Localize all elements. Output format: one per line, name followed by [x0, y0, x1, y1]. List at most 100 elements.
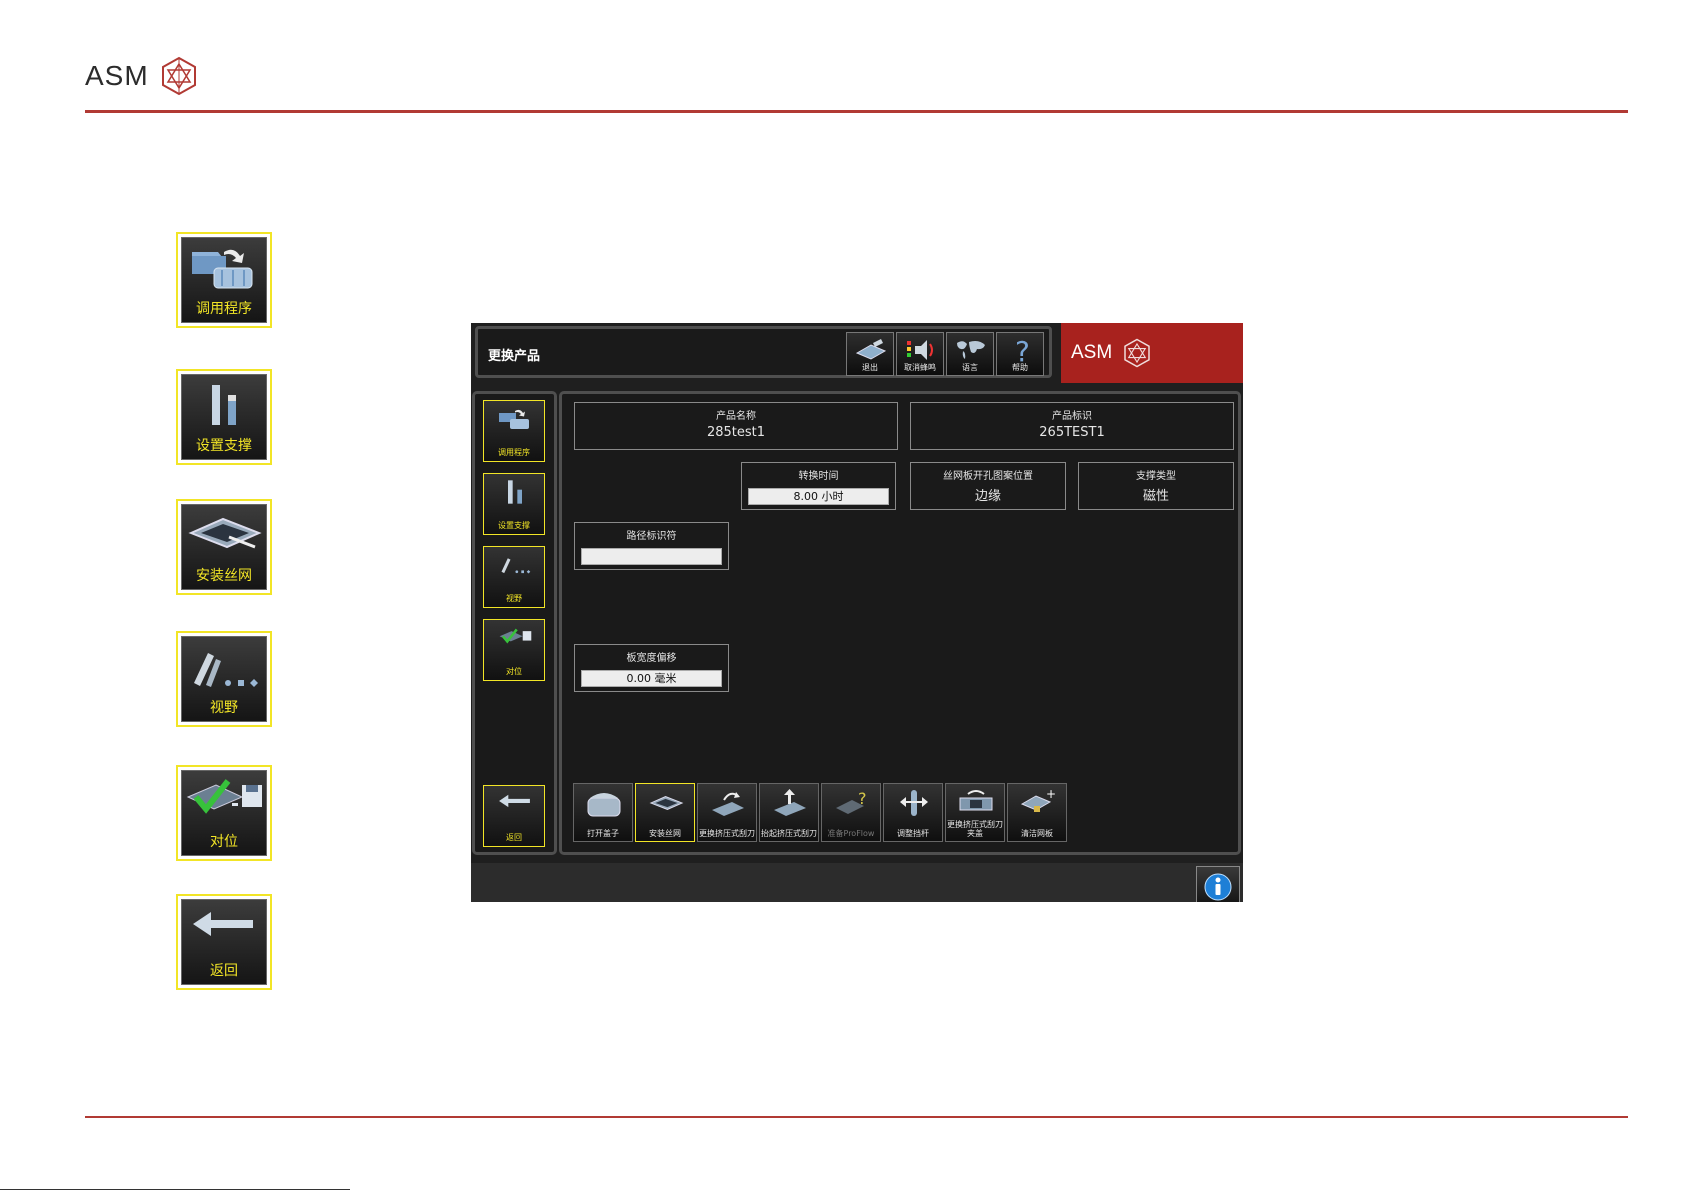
legend-support: 设置支撑 [176, 369, 272, 465]
stencil-icon [188, 517, 262, 549]
nav-label: 返回 [506, 833, 522, 842]
footer-rule [85, 1116, 1628, 1118]
slide-logo: ASM [85, 56, 199, 96]
field-value: 285test1 [706, 425, 766, 440]
field-label: 产品标识 [1052, 411, 1092, 422]
changeover-time-field[interactable]: 转换时间 8.00 小时 [741, 462, 896, 510]
legend-label: 对位 [210, 834, 238, 850]
exit-button[interactable]: 退出 [846, 332, 894, 376]
install-stencil-button[interactable]: 安装丝网 [635, 783, 695, 842]
squeegee-change-icon [712, 792, 744, 816]
vision-icon [501, 558, 531, 574]
back-button[interactable]: 返回 [483, 785, 545, 847]
svg-text:+: + [1046, 788, 1056, 801]
prepare-proflow-button[interactable]: ? 准备ProFlow [821, 783, 881, 842]
vision-button[interactable]: 视野 [483, 546, 545, 608]
footer-mark [0, 1189, 350, 1190]
alignment-button[interactable]: 对位 [483, 619, 545, 681]
stencil-icon [649, 796, 684, 810]
field-label: 产品名称 [716, 411, 756, 422]
toolbar-label: 退出 [862, 363, 878, 372]
lift-squeegee-button[interactable]: 抬起挤压式刮刀 [759, 783, 819, 842]
adjust-bar-button[interactable]: 调整挡杆 [883, 783, 943, 842]
clean-stencil-icon: + [1020, 788, 1056, 812]
help-button[interactable]: ? 帮助 [996, 332, 1044, 376]
nav-label: 设置支撑 [498, 521, 530, 530]
product-id-field[interactable]: 产品标识 265TEST1 [910, 402, 1234, 450]
load-program-icon [192, 249, 253, 289]
action-label: 更换挤压式刮刀夹盖 [947, 820, 1003, 838]
alignment-icon [186, 779, 262, 814]
support-type-field[interactable]: 支撑类型 磁性 [1078, 462, 1234, 510]
help-icon: ? [1015, 337, 1030, 365]
action-label: 打开盖子 [587, 829, 619, 838]
slide-logo-text: ASM [85, 60, 149, 91]
route-id-input[interactable] [581, 548, 722, 565]
change-squeegee-clamp-button[interactable]: 更换挤压式刮刀夹盖 [945, 783, 1005, 842]
left-nav-panel: 调用程序 设置支撑 视野 对位 返回 [472, 391, 557, 855]
svg-text:?: ? [1015, 337, 1030, 365]
back-arrow-icon [499, 794, 530, 808]
field-label: 支撑类型 [1136, 471, 1176, 482]
nav-label: 对位 [506, 667, 522, 676]
svg-text:?: ? [858, 789, 867, 808]
product-name-field[interactable]: 产品名称 285test1 [574, 402, 898, 450]
field-label: 丝网板开孔图案位置 [943, 471, 1033, 482]
language-button[interactable]: 语言 [946, 332, 994, 376]
title-bar: 更换产品 退出 取消蜂鸣 语言 ? 帮助 [475, 326, 1052, 378]
load-program-icon [499, 409, 529, 429]
mute-beep-icon [907, 340, 933, 360]
field-value: 磁性 [1142, 489, 1169, 504]
clean-stencil-button[interactable]: + 清洁网板 [1007, 783, 1067, 842]
support-icon [508, 480, 522, 504]
field-label: 板宽度偏移 [626, 653, 677, 664]
legend-stencil: 安装丝网 [176, 499, 272, 595]
action-label: 更换挤压式刮刀 [699, 829, 755, 838]
mute-beep-button[interactable]: 取消蜂鸣 [896, 332, 944, 376]
header-rule [85, 110, 1628, 113]
toolbar-label: 取消蜂鸣 [904, 363, 936, 372]
open-cover-icon [587, 793, 621, 817]
board-width-offset-field[interactable]: 板宽度偏移 0.00 毫米 [574, 644, 729, 692]
field-label: 转换时间 [798, 471, 839, 482]
brand-logo: ASM [1061, 323, 1243, 383]
set-support-button[interactable]: 设置支撑 [483, 473, 545, 535]
squeegee-lift-icon [774, 789, 806, 816]
field-value: 265TEST1 [1039, 425, 1105, 440]
action-label: 准备ProFlow [827, 829, 875, 838]
asm-emblem-icon [161, 56, 196, 96]
route-id-field[interactable]: 路径标识符 [574, 522, 729, 570]
world-map-icon [957, 341, 985, 359]
vision-icon [194, 653, 258, 687]
board-width-offset-input[interactable]: 0.00 毫米 [581, 670, 722, 687]
action-label: 安装丝网 [649, 829, 681, 838]
alignment-icon [499, 628, 532, 644]
info-icon [1204, 873, 1232, 901]
machine-screen: 更换产品 退出 取消蜂鸣 语言 ? 帮助 ASM 调用程序 设置支撑 视野 对位… [471, 323, 1243, 902]
info-button[interactable] [1196, 866, 1240, 902]
legend-label: 视野 [210, 700, 238, 716]
main-panel: 产品名称 285test1 产品标识 265TEST1 转换时间 8.00 小时… [559, 391, 1241, 855]
screen-title: 更换产品 [488, 349, 541, 364]
load-program-button[interactable]: 调用程序 [483, 400, 545, 462]
stencil-position-field[interactable]: 丝网板开孔图案位置 边缘 [910, 462, 1066, 510]
field-value: 边缘 [974, 489, 1001, 504]
back-arrow-icon [193, 912, 253, 936]
nav-label: 视野 [506, 594, 522, 603]
changeover-time-input[interactable]: 8.00 小时 [748, 488, 889, 505]
proflow-icon: ? [836, 789, 867, 814]
squeegee-clamp-icon [959, 790, 993, 811]
legend-back: 返回 [176, 894, 272, 990]
support-icon [212, 385, 236, 425]
legend-label: 调用程序 [196, 301, 252, 317]
action-label: 调整挡杆 [897, 829, 929, 838]
action-label: 清洁网板 [1021, 829, 1053, 838]
change-squeegee-button[interactable]: 更换挤压式刮刀 [697, 783, 757, 842]
asm-emblem-icon [1124, 338, 1150, 368]
legend-label: 返回 [210, 963, 238, 979]
legend-alignment: 对位 [176, 765, 272, 861]
legend-vision: 视野 [176, 631, 272, 727]
open-cover-button[interactable]: 打开盖子 [573, 783, 633, 842]
legend-label: 安装丝网 [196, 568, 252, 584]
status-bar [471, 863, 1243, 902]
